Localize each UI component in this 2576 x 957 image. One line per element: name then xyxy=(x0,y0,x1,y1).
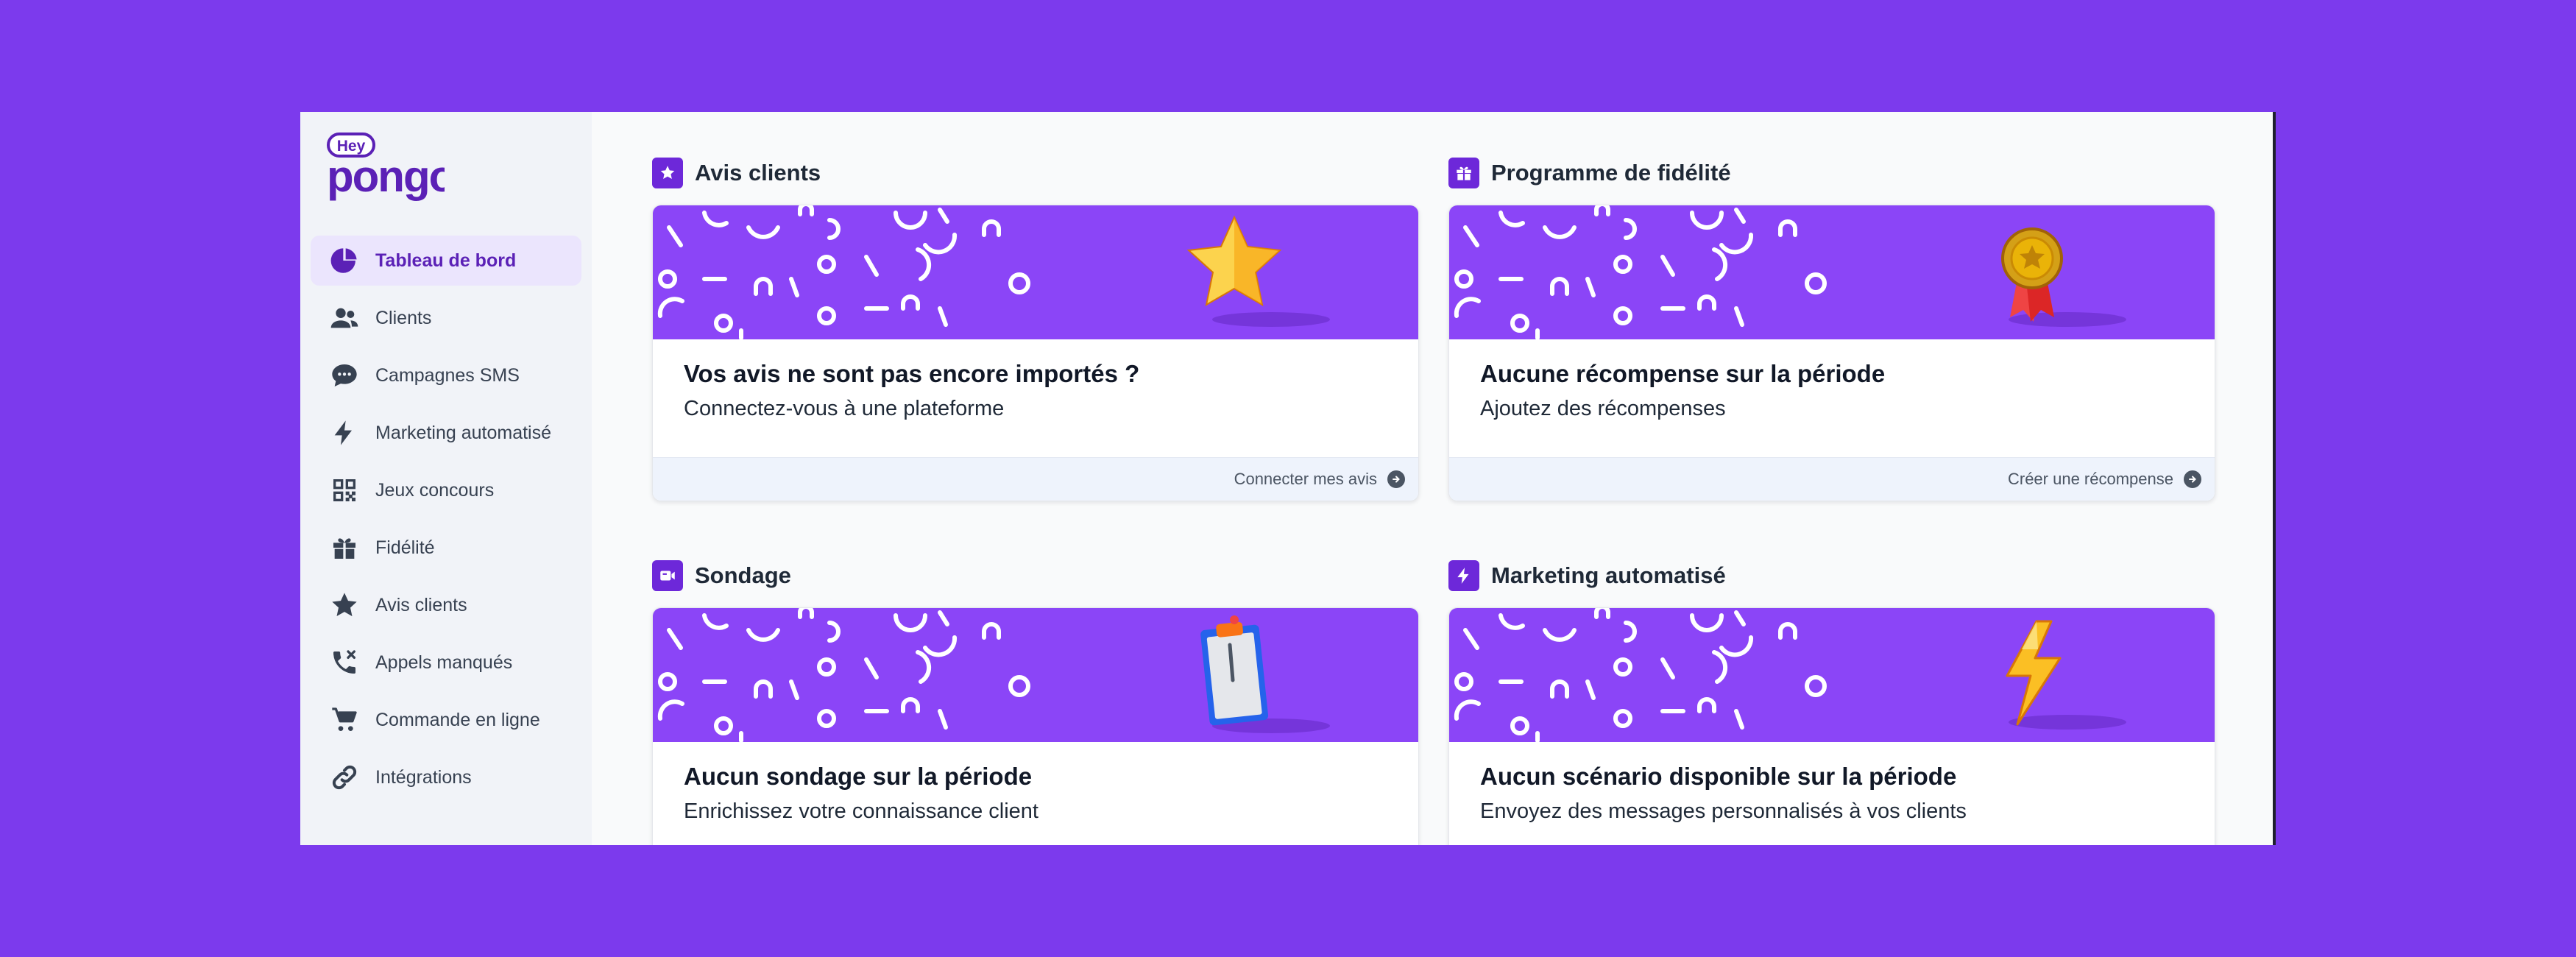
card-footer[interactable]: Créer une récompense xyxy=(1449,457,2215,501)
card-subtitle: Connectez-vous à une plateforme xyxy=(684,397,1005,420)
section-title: Marketing automatisé xyxy=(1491,562,1726,588)
section-header: Programme de fidélité xyxy=(1448,155,2214,191)
sidebar-item-label: Marketing automatisé xyxy=(375,422,552,443)
card-banner xyxy=(1449,205,2215,339)
section-title: Programme de fidélité xyxy=(1491,160,1731,186)
dashboard-main: Avis clients Vos avis ne sont pas encore… xyxy=(592,112,2273,845)
sidebar-item-campagnes-sms[interactable]: Campagnes SMS xyxy=(311,350,581,400)
hey-pongo-logo: Hey pongo xyxy=(327,133,445,201)
section-programme-fidelite: Programme de fidélité Aucune récompense … xyxy=(1448,155,2215,501)
missed-call-icon xyxy=(328,646,361,679)
automation-card: Aucun scénario disponible sur la période… xyxy=(1448,607,2215,845)
sidebar-item-label: Clients xyxy=(375,307,432,328)
card-banner xyxy=(653,608,1418,742)
card-subtitle: Ajoutez des récompenses xyxy=(1480,397,1726,420)
sidebar-item-integrations[interactable]: Intégrations xyxy=(311,752,581,802)
star-icon xyxy=(328,589,361,621)
card-footer[interactable]: Connecter mes avis xyxy=(653,457,1418,501)
sidebar-item-label: Appels manqués xyxy=(375,651,513,673)
gift-icon xyxy=(328,532,361,564)
confetti-pattern xyxy=(1454,205,1827,339)
section-header: Avis clients xyxy=(652,155,1418,191)
cart-icon xyxy=(328,704,361,736)
qr-code-icon xyxy=(328,474,361,506)
loyalty-card: Aucune récompense sur la période Ajoutez… xyxy=(1448,205,2215,501)
sidebar-item-label: Fidélité xyxy=(375,537,435,558)
card-subtitle: Envoyez des messages personnalisés à vos… xyxy=(1480,799,1967,823)
svg-text:pongo: pongo xyxy=(327,152,445,201)
sidebar: Hey pongo Tableau de bord Clients Campag… xyxy=(300,112,592,845)
reviews-card: Vos avis ne sont pas encore importés ? C… xyxy=(652,205,1419,501)
section-header: Marketing automatisé xyxy=(1448,557,2214,594)
gift-icon xyxy=(1448,158,1479,188)
app-window: Hey pongo Tableau de bord Clients Campag… xyxy=(300,112,2276,845)
connect-reviews-link[interactable]: Connecter mes avis xyxy=(1234,470,1377,489)
sidebar-item-tableau-de-bord[interactable]: Tableau de bord xyxy=(311,236,581,286)
lightning-illustration xyxy=(2006,620,2126,730)
sidebar-item-clients[interactable]: Clients xyxy=(311,293,581,343)
star-illustration xyxy=(1186,215,1330,327)
create-reward-link[interactable]: Créer une récompense xyxy=(2008,470,2173,489)
link-icon xyxy=(328,761,361,794)
confetti-pattern xyxy=(657,205,1030,339)
section-title: Sondage xyxy=(695,562,791,588)
users-icon xyxy=(328,302,361,334)
confetti-pattern xyxy=(1454,608,1827,742)
sidebar-item-appels-manques[interactable]: Appels manqués xyxy=(311,638,581,688)
chat-bubble-icon xyxy=(328,359,361,392)
sidebar-item-avis-clients[interactable]: Avis clients xyxy=(311,580,581,630)
card-title: Aucun sondage sur la période xyxy=(684,763,1033,790)
clipboard-illustration xyxy=(1200,615,1330,733)
sidebar-item-fidelite[interactable]: Fidélité xyxy=(311,523,581,573)
section-sondage: Sondage Aucun sondage sur la période Enr… xyxy=(652,557,1419,845)
sidebar-item-label: Tableau de bord xyxy=(375,250,517,271)
card-body: Aucune récompense sur la période Ajoutez… xyxy=(1449,339,2215,457)
survey-card: Aucun sondage sur la période Enrichissez… xyxy=(652,607,1419,845)
section-title: Avis clients xyxy=(695,160,821,186)
card-body: Aucun scénario disponible sur la période… xyxy=(1449,742,2215,845)
sidebar-item-marketing-automatise[interactable]: Marketing automatisé xyxy=(311,408,581,458)
pie-chart-icon xyxy=(328,244,361,277)
sidebar-item-label: Commande en ligne xyxy=(375,709,540,730)
confetti-pattern xyxy=(657,608,1030,742)
sidebar-item-label: Jeux concours xyxy=(375,479,495,501)
card-body: Aucun sondage sur la période Enrichissez… xyxy=(653,742,1418,845)
card-body: Vos avis ne sont pas encore importés ? C… xyxy=(653,339,1418,457)
logo[interactable]: Hey pongo xyxy=(311,133,581,228)
card-banner xyxy=(653,205,1418,339)
dashboard-grid: Avis clients Vos avis ne sont pas encore… xyxy=(652,155,2220,845)
card-title: Aucun scénario disponible sur la période xyxy=(1480,763,1957,790)
card-subtitle: Enrichissez votre connaissance client xyxy=(684,799,1038,823)
sidebar-item-commande-en-ligne[interactable]: Commande en ligne xyxy=(311,695,581,745)
sidebar-item-jeux-concours[interactable]: Jeux concours xyxy=(311,465,581,515)
star-icon xyxy=(652,158,683,188)
arrow-right-circle-icon[interactable] xyxy=(1387,470,1405,488)
card-title: Aucune récompense sur la période xyxy=(1480,360,1886,387)
lightning-icon xyxy=(328,417,361,449)
sidebar-nav: Tableau de bord Clients Campagnes SMS Ma… xyxy=(311,236,581,802)
video-icon xyxy=(652,560,683,591)
card-title: Vos avis ne sont pas encore importés ? xyxy=(684,360,1140,387)
section-header: Sondage xyxy=(652,557,1418,594)
card-banner xyxy=(1449,608,2215,742)
section-marketing-automatise: Marketing automatisé Aucun scénario disp… xyxy=(1448,557,2215,845)
lightning-icon xyxy=(1448,560,1479,591)
sidebar-item-label: Intégrations xyxy=(375,766,472,788)
section-avis-clients: Avis clients Vos avis ne sont pas encore… xyxy=(652,155,1419,501)
sidebar-item-label: Campagnes SMS xyxy=(375,364,520,386)
medal-illustration xyxy=(2001,227,2126,327)
arrow-right-circle-icon[interactable] xyxy=(2184,470,2201,488)
sidebar-item-label: Avis clients xyxy=(375,594,467,615)
